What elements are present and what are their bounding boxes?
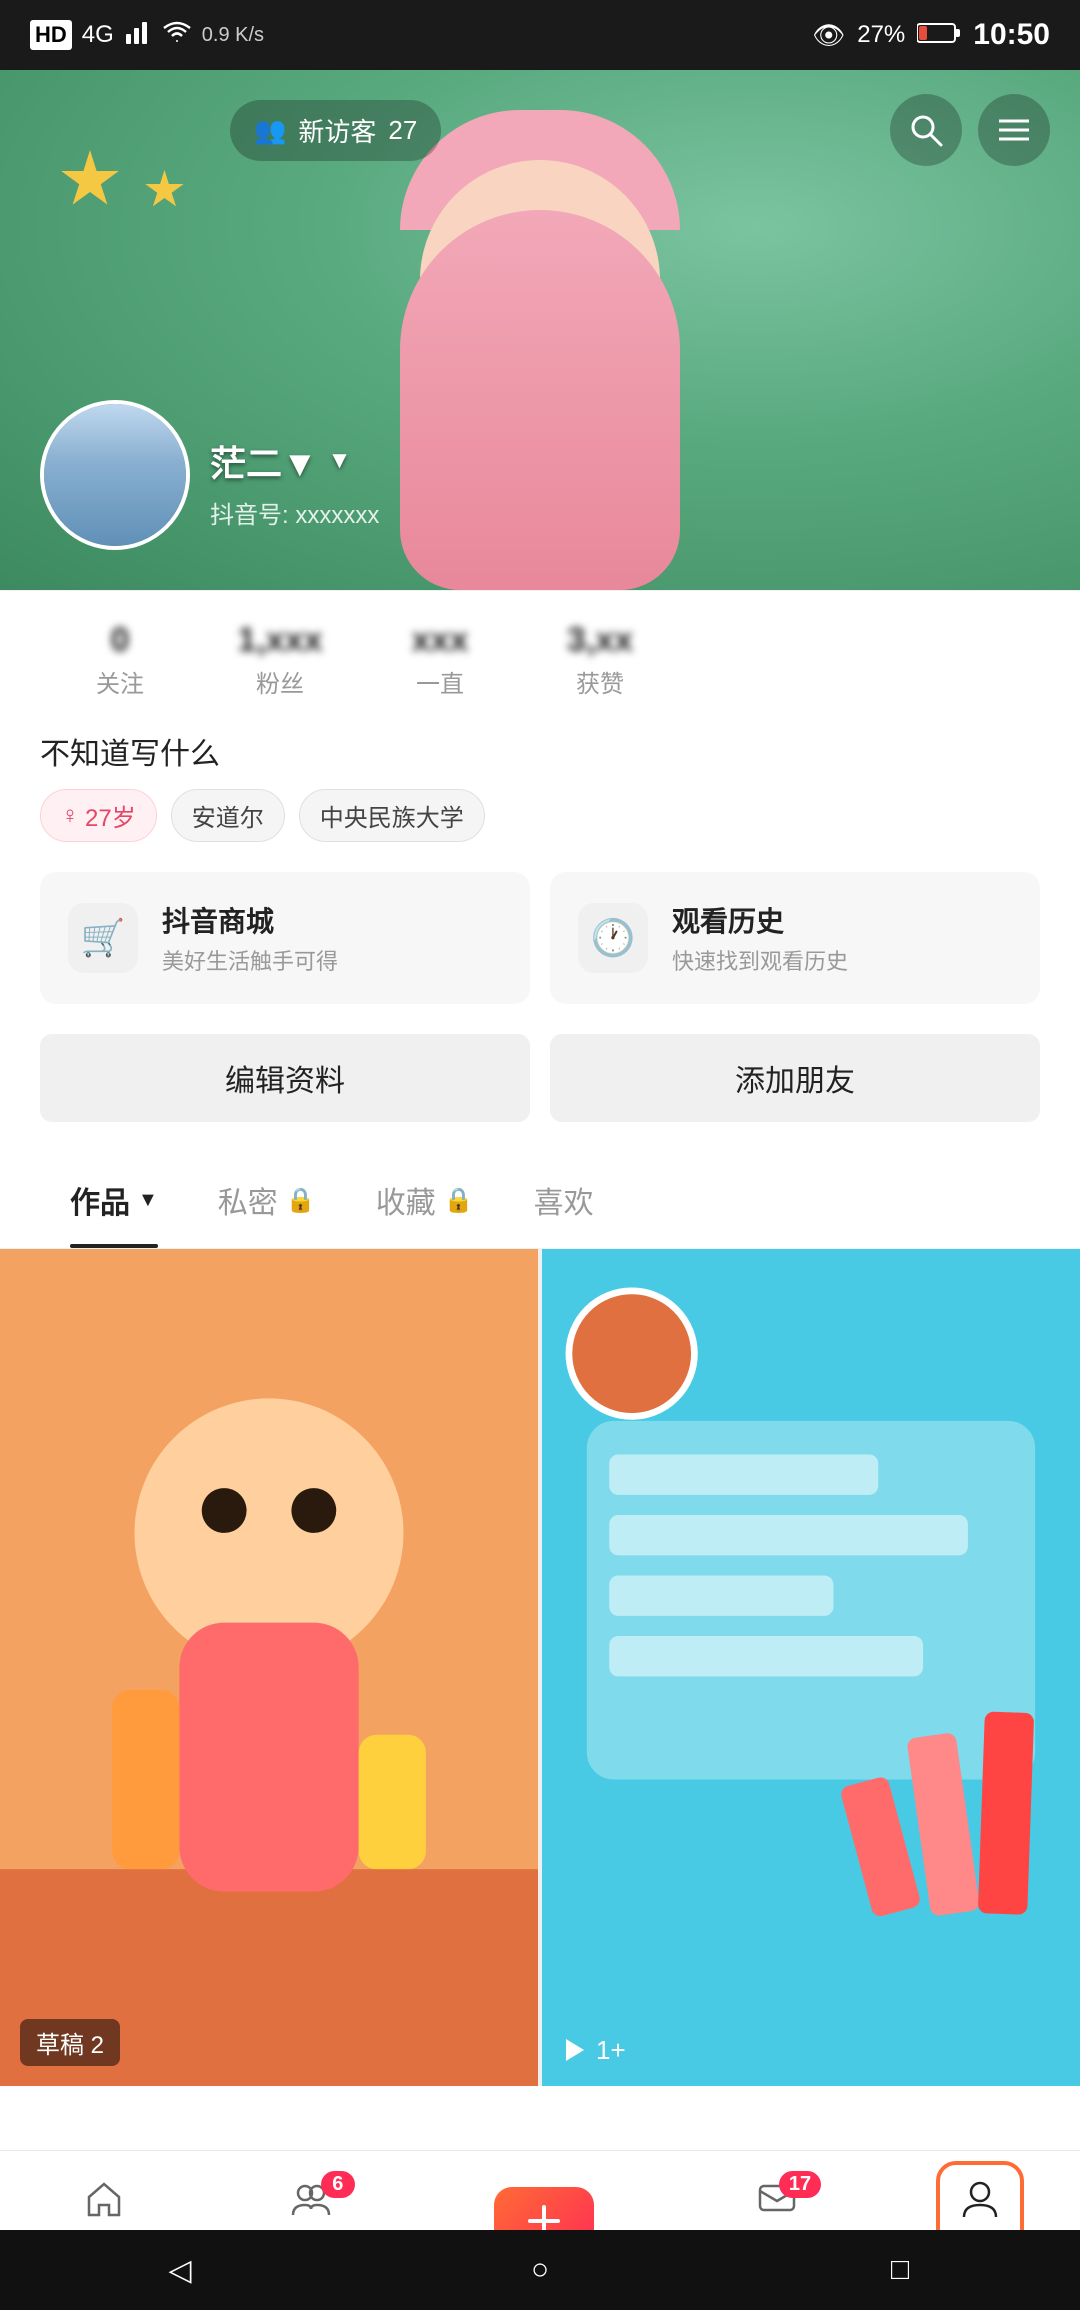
visitors-button[interactable]: 👥 新访客 27 — [230, 100, 441, 161]
tab-favorites-label: 收藏 — [376, 1178, 436, 1222]
wifi-icon — [162, 20, 192, 51]
battery-icon — [917, 20, 961, 51]
history-text: 观看历史 快速找到观看历史 — [672, 900, 848, 976]
signal-4g: 4G — [82, 21, 114, 49]
username-chevron: ▼ — [328, 447, 352, 475]
mutual-count: xxx — [412, 621, 469, 660]
username-display: 茫二▼ ▼ — [210, 435, 379, 487]
gender-icon: ♀ — [61, 802, 79, 830]
visitors-count: 27 — [388, 115, 417, 146]
back-button[interactable]: ◁ — [140, 2240, 220, 2300]
cartoon-character — [365, 170, 715, 590]
clock-time: 10:50 — [973, 18, 1050, 52]
visitors-label: 新访客 — [298, 112, 376, 149]
stats-row: 0 关注 1,xxx 粉丝 xxx 一直 3,xx 获赞 — [40, 621, 1040, 699]
top-navigation: 👥 新访客 27 — [0, 70, 1080, 170]
tab-likes[interactable]: 喜欢 — [504, 1152, 624, 1248]
mutual-label: 一直 — [416, 664, 464, 699]
thumb2-bg — [542, 1249, 1080, 2086]
hd-icon: HD — [30, 20, 72, 50]
tab-works-arrow: ▼ — [138, 1189, 158, 1212]
stat-following[interactable]: 0 关注 — [40, 621, 200, 699]
content-tabs: 作品 ▼ 私密 🔒 收藏 🔒 喜欢 — [0, 1152, 1080, 1249]
tab-works-label: 作品 — [70, 1178, 130, 1222]
friends-badge: 6 — [321, 2171, 355, 2198]
video-play-count: 1+ — [562, 2035, 626, 2066]
grid-item-draft[interactable]: 草稿 2 — [0, 1249, 538, 2086]
signal-bars — [124, 18, 152, 53]
status-left-icons: HD 4G 0.9 K/s — [30, 18, 264, 53]
stat-mutual[interactable]: xxx 一直 — [360, 621, 520, 699]
favorites-lock-icon: 🔒 — [444, 1186, 474, 1215]
avatar-image — [44, 404, 186, 546]
bio-text: 不知道写什么 — [40, 729, 1040, 773]
menu-button[interactable] — [978, 94, 1050, 166]
page-content: 👥 新访客 27 茫二▼ ▼ 抖音号: xxxxxxx — [0, 70, 1080, 2230]
history-card[interactable]: 🕐 观看历史 快速找到观看历史 — [550, 872, 1040, 1004]
profile-banner: 👥 新访客 27 茫二▼ ▼ 抖音号: xxxxxxx — [0, 70, 1080, 590]
recents-button[interactable]: □ — [860, 2240, 940, 2300]
tag-school[interactable]: 中央民族大学 — [299, 789, 485, 842]
status-bar: HD 4G 0.9 K/s 👁 27% 10:50 — [0, 0, 1080, 70]
bio-section: 不知道写什么 ♀ 27岁 安道尔 中央民族大学 — [0, 719, 1080, 862]
edit-profile-button[interactable]: 编辑资料 — [40, 1034, 530, 1122]
following-label: 关注 — [96, 664, 144, 699]
avatar-area: 茫二▼ ▼ 抖音号: xxxxxxx — [40, 400, 379, 550]
user-avatar[interactable] — [40, 400, 190, 550]
content-grid: 草稿 2 — [0, 1249, 1080, 2086]
tab-works[interactable]: 作品 ▼ — [40, 1152, 188, 1248]
draft-label: 草稿 2 — [20, 2019, 120, 2066]
history-subtitle: 快速找到观看历史 — [672, 944, 848, 976]
likes-count: 3,xx — [567, 621, 633, 660]
age-text: 27岁 — [85, 798, 136, 833]
add-friend-button[interactable]: 添加朋友 — [550, 1034, 1040, 1122]
thumb1-bg — [0, 1249, 538, 2086]
battery-text: 27% — [857, 21, 905, 49]
user-info-banner: 茫二▼ ▼ 抖音号: xxxxxxx — [210, 435, 379, 530]
stat-likes[interactable]: 3,xx 获赞 — [520, 621, 680, 699]
tab-likes-label: 喜欢 — [534, 1178, 594, 1222]
tab-private-label: 私密 — [218, 1178, 278, 1222]
stats-section: 0 关注 1,xxx 粉丝 xxx 一直 3,xx 获赞 — [0, 590, 1080, 719]
following-count: 0 — [111, 621, 130, 660]
tag-location[interactable]: 安道尔 — [171, 789, 285, 842]
username-text: 茫二▼ — [210, 435, 318, 487]
search-button[interactable] — [890, 94, 962, 166]
shop-card[interactable]: 🛒 抖音商城 美好生活触手可得 — [40, 872, 530, 1004]
tags-row: ♀ 27岁 安道尔 中央民族大学 — [40, 789, 1040, 842]
followers-count: 1,xxx — [237, 621, 322, 660]
system-nav: ◁ ○ □ — [0, 2230, 1080, 2310]
action-buttons: 编辑资料 添加朋友 — [0, 1024, 1080, 1152]
eye-icon: 👁 — [812, 20, 845, 51]
tab-favorites[interactable]: 收藏 🔒 — [346, 1152, 504, 1248]
home-button[interactable]: ○ — [500, 2240, 580, 2300]
play-count-text: 1+ — [596, 2035, 626, 2066]
shop-text: 抖音商城 美好生活触手可得 — [162, 900, 338, 976]
private-lock-icon: 🔒 — [286, 1186, 316, 1215]
shop-title: 抖音商城 — [162, 900, 338, 940]
speed-text: 0.9 K/s — [202, 24, 264, 47]
visitors-icon: 👥 — [254, 115, 286, 146]
grid-item-video[interactable]: 1+ — [542, 1249, 1080, 2086]
user-id-display: 抖音号: xxxxxxx — [210, 495, 379, 530]
likes-label: 获赞 — [576, 664, 624, 699]
status-right-icons: 👁 27% 10:50 — [812, 18, 1050, 52]
followers-label: 粉丝 — [256, 664, 304, 699]
history-title: 观看历史 — [672, 900, 848, 940]
shop-subtitle: 美好生活触手可得 — [162, 944, 338, 976]
history-icon: 🕐 — [578, 903, 648, 973]
quick-links-section: 🛒 抖音商城 美好生活触手可得 🕐 观看历史 快速找到观看历史 — [0, 862, 1080, 1024]
char-body — [400, 210, 680, 590]
tag-age[interactable]: ♀ 27岁 — [40, 789, 157, 842]
star-small — [144, 170, 184, 210]
shop-icon: 🛒 — [68, 903, 138, 973]
messages-badge: 17 — [779, 2171, 821, 2198]
tab-private[interactable]: 私密 🔒 — [188, 1152, 346, 1248]
stat-followers[interactable]: 1,xxx 粉丝 — [200, 621, 360, 699]
